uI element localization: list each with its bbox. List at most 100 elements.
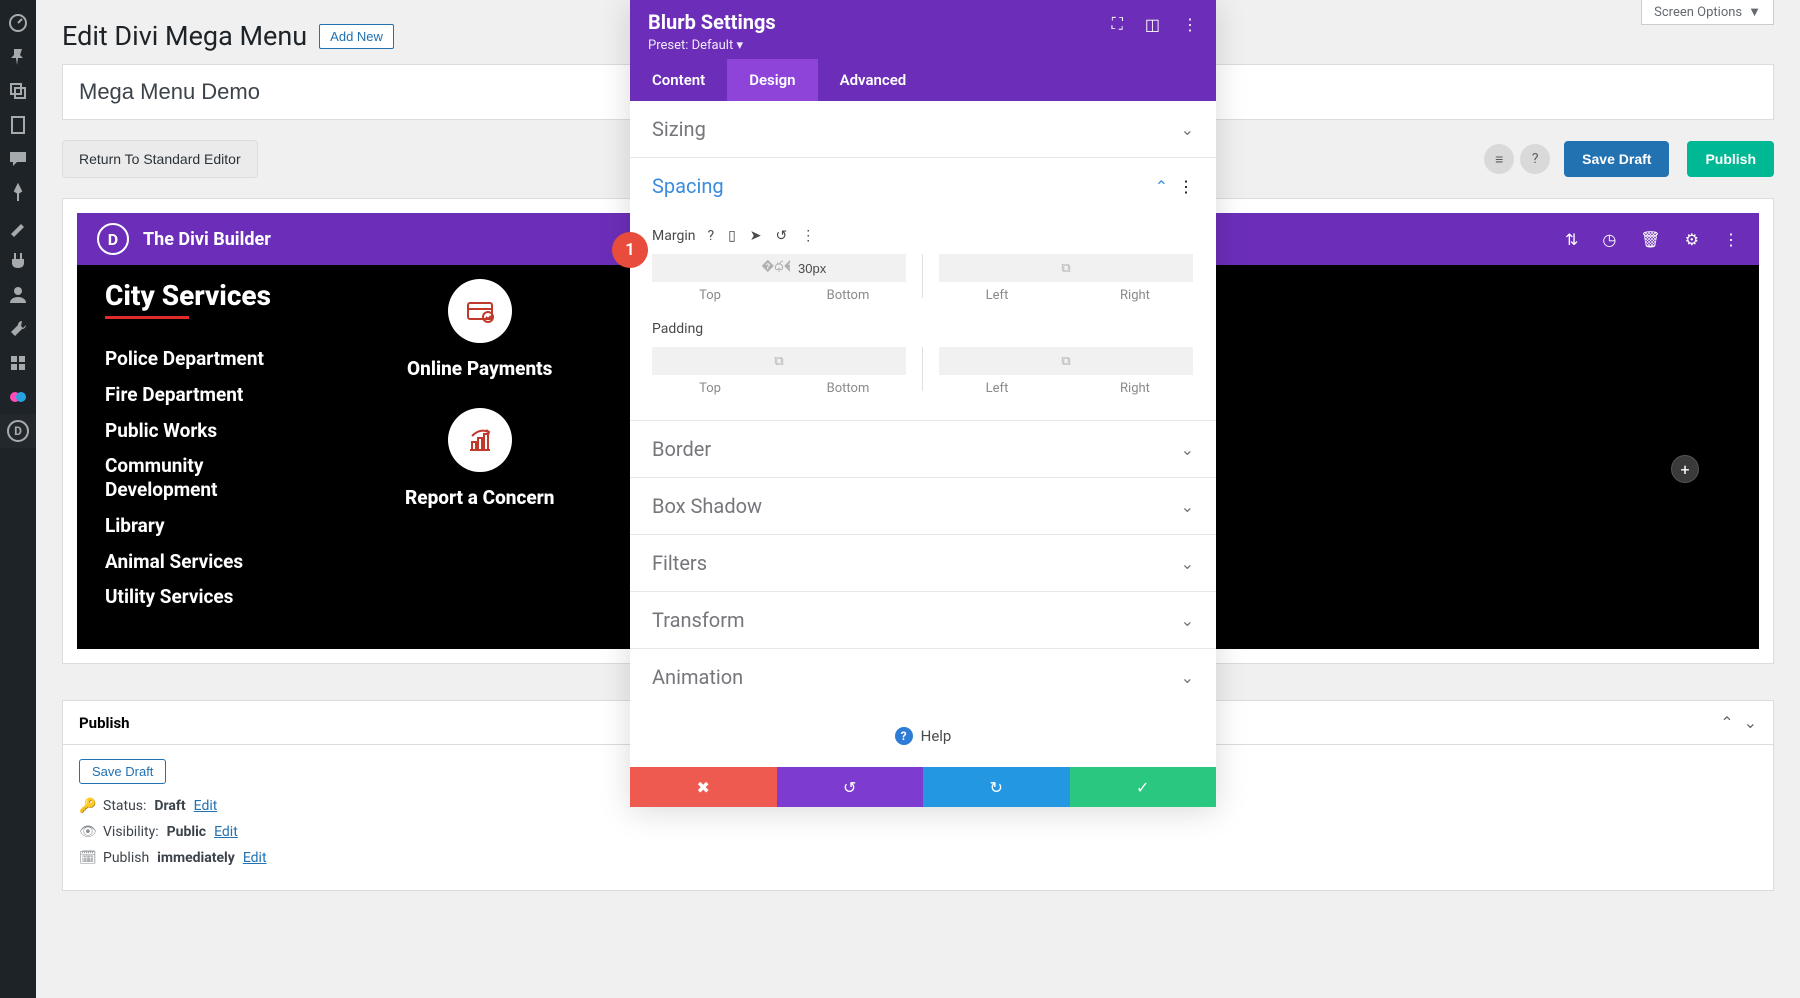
layers-icon[interactable]: ≡ bbox=[1484, 144, 1514, 174]
list-item[interactable]: Animal Services bbox=[105, 550, 305, 574]
blurb-online-payments[interactable]: Online Payments bbox=[407, 279, 552, 380]
list-item[interactable]: Fire Department bbox=[105, 383, 305, 407]
add-new-button[interactable]: Add New bbox=[319, 24, 394, 49]
margin-bottom-input[interactable] bbox=[790, 254, 906, 282]
chevron-down-icon: ⌄ bbox=[1181, 668, 1194, 687]
list-item[interactable]: Utility Services bbox=[105, 585, 305, 609]
edit-status-link[interactable]: Edit bbox=[194, 798, 218, 814]
padding-bottom-input[interactable] bbox=[790, 347, 906, 375]
accordion-sizing[interactable]: Sizing ⌄ bbox=[630, 101, 1216, 158]
help-label: Help bbox=[921, 727, 952, 745]
arrows-icon[interactable]: ⇅ bbox=[1565, 230, 1578, 249]
pushpin-icon[interactable] bbox=[0, 176, 36, 210]
blurb-label: Report a Concern bbox=[405, 486, 554, 509]
media-icon[interactable] bbox=[0, 74, 36, 108]
padding-right-input[interactable] bbox=[1077, 347, 1193, 375]
chevron-up-icon: ⌃ bbox=[1155, 177, 1168, 196]
tablet-icon[interactable]: ▯ bbox=[728, 228, 736, 244]
link-icon[interactable]: ⧉ bbox=[768, 347, 790, 375]
margin-left-input[interactable] bbox=[939, 254, 1055, 282]
users-icon[interactable] bbox=[0, 278, 36, 312]
divi-logo-icon: D bbox=[97, 223, 129, 255]
bar-chart-icon bbox=[448, 408, 512, 472]
sublabel-right: Right bbox=[1120, 288, 1150, 303]
accordion-box-shadow[interactable]: Box Shadow ⌄ bbox=[630, 478, 1216, 535]
divi-icon[interactable]: D bbox=[0, 414, 36, 448]
accordion-border[interactable]: Border ⌄ bbox=[630, 421, 1216, 478]
chevron-down-icon: ⌄ bbox=[1181, 497, 1194, 516]
status-value: Draft bbox=[154, 798, 185, 814]
modal-preset[interactable]: Preset: Default ▾ bbox=[648, 38, 776, 53]
metabox-save-draft-button[interactable]: Save Draft bbox=[79, 759, 166, 784]
chevron-down-icon: ▼ bbox=[1748, 4, 1761, 20]
builder-title: The Divi Builder bbox=[143, 229, 271, 250]
more-icon[interactable]: ⋮ bbox=[801, 228, 815, 244]
reset-icon[interactable]: ↺ bbox=[776, 228, 788, 244]
screen-options-toggle[interactable]: Screen Options ▼ bbox=[1641, 0, 1774, 25]
margin-right-input[interactable] bbox=[1077, 254, 1193, 282]
appearance-icon[interactable] bbox=[0, 210, 36, 244]
edit-schedule-link[interactable]: Edit bbox=[243, 850, 267, 866]
help-icon[interactable]: ? bbox=[1520, 144, 1550, 174]
edit-visibility-link[interactable]: Edit bbox=[214, 824, 238, 840]
snap-icon[interactable]: ◫ bbox=[1145, 15, 1160, 34]
blurb-report-concern[interactable]: Report a Concern bbox=[405, 408, 554, 509]
margin-top-input[interactable] bbox=[652, 254, 768, 282]
chevron-down-icon[interactable]: ⌄ bbox=[1744, 713, 1757, 732]
list-item[interactable]: Community Development bbox=[105, 454, 305, 502]
help-link[interactable]: ? Help bbox=[630, 705, 1216, 767]
list-item[interactable]: Library bbox=[105, 514, 305, 538]
colorful-icon[interactable] bbox=[0, 380, 36, 414]
help-circle-icon: ? bbox=[895, 727, 913, 745]
settings-icon[interactable] bbox=[0, 346, 36, 380]
plugins-icon[interactable] bbox=[0, 244, 36, 278]
accordion-title: Border bbox=[652, 437, 711, 461]
chevron-down-icon: ▾ bbox=[736, 38, 743, 53]
pages-icon[interactable] bbox=[0, 108, 36, 142]
return-editor-button[interactable]: Return To Standard Editor bbox=[62, 140, 258, 178]
pin-icon[interactable] bbox=[0, 40, 36, 74]
list-item[interactable]: Public Works bbox=[105, 419, 305, 443]
padding-top-input[interactable] bbox=[652, 347, 768, 375]
tab-advanced[interactable]: Advanced bbox=[818, 59, 929, 101]
publish-button[interactable]: Publish bbox=[1687, 141, 1774, 177]
chevron-up-icon[interactable]: ⌃ bbox=[1720, 713, 1733, 732]
save-draft-button[interactable]: Save Draft bbox=[1564, 141, 1669, 177]
accordion-spacing[interactable]: Spacing ⌃ ⋮ bbox=[630, 158, 1216, 214]
dashboard-icon[interactable] bbox=[0, 6, 36, 40]
list-item[interactable]: Police Department bbox=[105, 347, 305, 371]
comments-icon[interactable] bbox=[0, 142, 36, 176]
cancel-button[interactable]: ✖ bbox=[630, 767, 777, 807]
more-icon[interactable]: ⋮ bbox=[1178, 177, 1194, 196]
sublabel-left: Left bbox=[986, 288, 1009, 303]
accordion-transform[interactable]: Transform ⌄ bbox=[630, 592, 1216, 649]
link-icon[interactable]: ⧉ bbox=[1055, 347, 1077, 375]
add-module-button[interactable]: + bbox=[1671, 455, 1699, 483]
redo-button[interactable]: ↻ bbox=[923, 767, 1070, 807]
more-icon[interactable]: ⋮ bbox=[1723, 230, 1739, 249]
expand-icon[interactable]: ⛶ bbox=[1112, 14, 1123, 34]
link-icon[interactable]: �ధ� bbox=[768, 254, 790, 282]
accordion-title: Transform bbox=[652, 608, 745, 632]
tab-content[interactable]: Content bbox=[630, 59, 727, 101]
history-icon[interactable]: ◷ bbox=[1602, 230, 1616, 249]
gear-icon[interactable]: ⚙ bbox=[1685, 230, 1699, 249]
accordion-animation[interactable]: Animation ⌄ bbox=[630, 649, 1216, 705]
more-icon[interactable]: ⋮ bbox=[1182, 15, 1198, 34]
modal-title: Blurb Settings bbox=[648, 10, 776, 34]
undo-button[interactable]: ↺ bbox=[777, 767, 924, 807]
margin-label: Margin bbox=[652, 228, 695, 244]
accordion-filters[interactable]: Filters ⌄ bbox=[630, 535, 1216, 592]
confirm-button[interactable]: ✓ bbox=[1070, 767, 1217, 807]
visibility-label: Visibility: bbox=[103, 824, 159, 840]
calendar-icon: 🗓 bbox=[79, 850, 95, 866]
key-icon: 🔑 bbox=[79, 798, 95, 814]
padding-left-input[interactable] bbox=[939, 347, 1055, 375]
hover-icon[interactable]: ➤ bbox=[750, 228, 762, 244]
trash-icon[interactable]: 🗑 bbox=[1640, 230, 1660, 249]
tools-icon[interactable] bbox=[0, 312, 36, 346]
blurb-settings-modal: Blurb Settings Preset: Default ▾ ⛶ ◫ ⋮ C… bbox=[630, 0, 1216, 807]
help-icon[interactable]: ? bbox=[707, 228, 714, 244]
tab-design[interactable]: Design bbox=[727, 59, 817, 101]
link-icon[interactable]: ⧉ bbox=[1055, 254, 1077, 282]
